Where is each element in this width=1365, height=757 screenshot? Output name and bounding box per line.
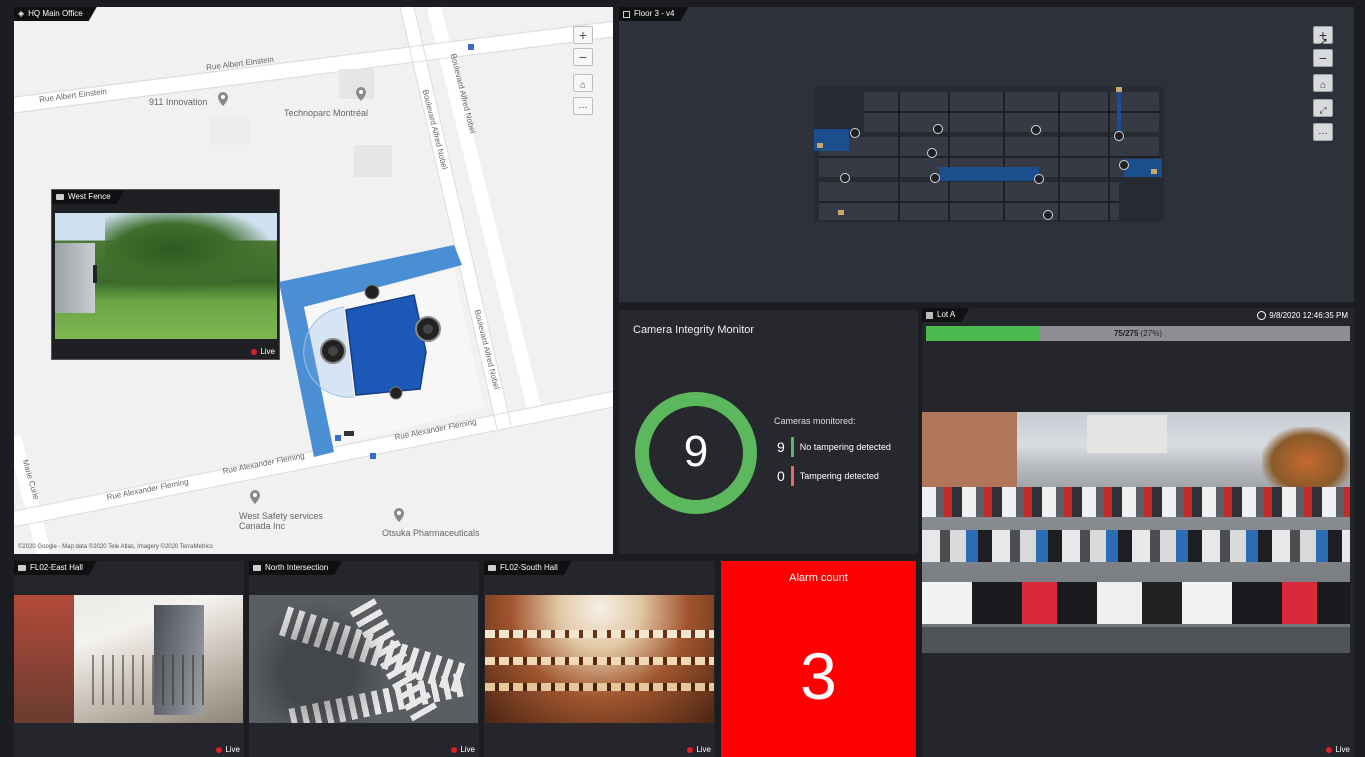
live-indicator: Live: [1326, 745, 1350, 754]
integrity-title: Camera Integrity Monitor: [633, 324, 755, 336]
camera-popup-tab[interactable]: West Fence: [52, 190, 125, 204]
lot-a-title: Lot A: [937, 310, 956, 319]
ok-bar: [790, 437, 794, 457]
floor-home-button[interactable]: ⌂: [1313, 74, 1333, 92]
floor-plan-tile[interactable]: Floor 3 - v4 + − ⌂ ⤢ … ➚: [619, 7, 1354, 302]
camera-tile-fl02-south-hall[interactable]: FL02-South Hall Live: [484, 561, 715, 757]
lot-timestamp: 9/8/2020 12:46:35 PM: [1257, 311, 1348, 320]
ok-label: No tampering detected: [799, 442, 891, 452]
camera-tab[interactable]: FL02-South Hall: [484, 561, 572, 575]
floor-plan-title: Floor 3 - v4: [634, 9, 675, 18]
camera-icon: [56, 194, 64, 200]
record-dot-icon: [451, 746, 458, 753]
live-indicator: Live: [216, 745, 240, 754]
map-icon: ◈: [18, 9, 25, 18]
monitored-label: Cameras monitored:: [774, 416, 856, 426]
camera-popup-west-fence[interactable]: West Fence Live: [51, 189, 280, 360]
zoom-out-button[interactable]: −: [573, 48, 593, 66]
floor-plan-icon: [623, 11, 630, 18]
floor-plan-canvas[interactable]: [619, 7, 1354, 302]
record-dot-icon: [1326, 746, 1333, 753]
zoom-in-button[interactable]: +: [573, 26, 593, 44]
camera-icon: [488, 565, 496, 571]
camera-video[interactable]: [485, 595, 714, 723]
record-dot-icon: [687, 746, 694, 753]
location-pin-icon[interactable]: [394, 508, 404, 522]
floor-fit-button[interactable]: ⤢: [1313, 99, 1333, 117]
location-pin-icon[interactable]: [356, 87, 366, 101]
floor-zoom-out-button[interactable]: −: [1313, 49, 1333, 67]
camera-tab[interactable]: FL02-East Hall: [14, 561, 97, 575]
home-button[interactable]: ⌂: [573, 74, 593, 92]
bad-bar: [790, 466, 794, 486]
map-attribution: ©2020 Google - Map data ©2020 Tele Atlas…: [18, 544, 213, 550]
camera-popup-title: West Fence: [68, 192, 111, 201]
lot-a-video[interactable]: [922, 412, 1350, 653]
camera-icon: [253, 565, 261, 571]
place-label: West Safety services Canada Inc: [239, 511, 323, 531]
ok-count: 9: [777, 439, 785, 455]
alarm-count-value: 3: [800, 639, 837, 713]
gauge-icon: [926, 312, 933, 319]
camera-icon: [18, 565, 26, 571]
record-dot-icon: [216, 746, 223, 753]
lot-a-tile[interactable]: Lot A 9/8/2020 12:46:35 PM 75/275 (27%) …: [922, 308, 1354, 757]
alarm-count-tile[interactable]: Alarm count 3: [721, 561, 916, 757]
home-icon: ⌂: [1319, 80, 1327, 91]
record-dot-icon: [251, 348, 258, 355]
camera-tile-fl02-east-hall[interactable]: FL02-East Hall Live: [14, 561, 244, 757]
camera-title: North Intersection: [265, 563, 329, 572]
camera-tile-north-intersection[interactable]: North Intersection Live: [249, 561, 479, 757]
camera-integrity-tile: Camera Integrity Monitor 9 Cameras monit…: [619, 310, 918, 554]
camera-video[interactable]: [249, 595, 478, 723]
fit-to-screen-icon: ⤢: [1319, 105, 1327, 115]
mouse-cursor-icon: ➚: [1319, 36, 1329, 48]
map-tile[interactable]: ◈ HQ Main Office Rue Albert Einstein Rue…: [14, 7, 613, 554]
live-indicator: Live: [451, 745, 475, 754]
location-pin-icon[interactable]: [250, 490, 260, 504]
camera-video[interactable]: [14, 595, 243, 723]
ok-row: 9 No tampering detected: [777, 437, 891, 457]
lot-a-tab[interactable]: Lot A: [922, 308, 969, 322]
occupancy-progress: 75/275 (27%): [926, 326, 1350, 341]
live-indicator: Live: [687, 745, 711, 754]
bad-label: Tampering detected: [799, 471, 879, 481]
place-label: 911 Innovation: [149, 97, 208, 107]
occupancy-progress-text: 75/275 (27%): [1113, 329, 1163, 338]
floor-plan-tab[interactable]: Floor 3 - v4: [619, 7, 688, 21]
map-tile-title: HQ Main Office: [28, 9, 83, 18]
home-icon: ⌂: [579, 80, 587, 91]
floor-more-options-button[interactable]: …: [1313, 123, 1333, 141]
place-label: Otsuka Pharmaceuticals: [382, 528, 480, 538]
place-label: Technoparc Montréal: [284, 108, 369, 118]
live-indicator: Live: [251, 347, 275, 356]
integrity-total: 9: [683, 427, 709, 476]
camera-title: FL02-East Hall: [30, 563, 83, 572]
more-options-button[interactable]: …: [573, 97, 593, 115]
alarm-count-label: Alarm count: [789, 572, 848, 584]
bad-row: 0 Tampering detected: [777, 466, 879, 486]
clock-icon: [1257, 311, 1267, 320]
camera-video-west-fence[interactable]: [55, 213, 277, 339]
map-tile-tab[interactable]: ◈ HQ Main Office: [14, 7, 97, 21]
bad-count: 0: [777, 468, 785, 484]
camera-tab[interactable]: North Intersection: [249, 561, 342, 575]
camera-title: FL02-South Hall: [500, 563, 558, 572]
location-pin-icon[interactable]: [218, 92, 228, 106]
